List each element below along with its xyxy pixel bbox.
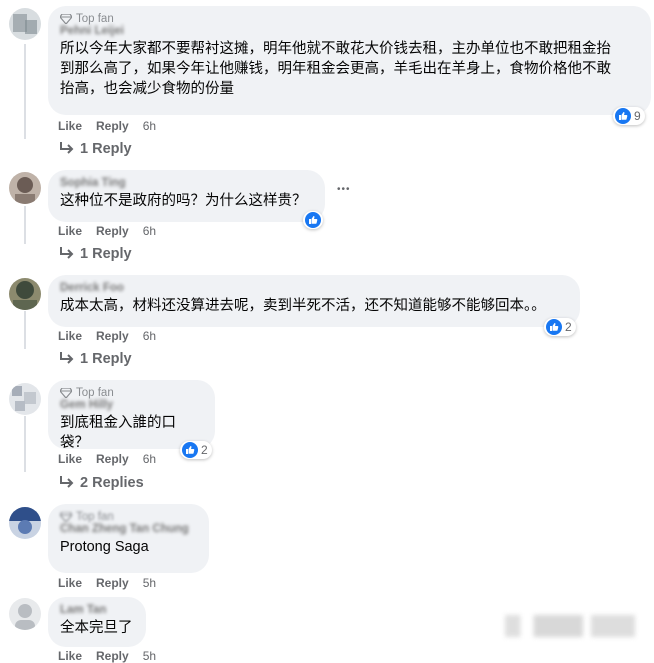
comment-time[interactable]: 6h	[143, 329, 156, 343]
like-button[interactable]: Like	[58, 649, 82, 663]
badge-label: Top fan	[76, 13, 114, 25]
replies-count: 1 Reply	[80, 246, 132, 262]
comment-bubble: Lam Tan 全本完旦了	[48, 597, 146, 647]
diamond-badge-icon	[60, 14, 72, 24]
avatar-image	[9, 8, 41, 40]
reply-button[interactable]: Reply	[96, 119, 129, 133]
replies-count: 1 Reply	[80, 141, 132, 157]
replies-count: 1 Reply	[80, 351, 132, 367]
reaction-number: 2	[201, 443, 208, 457]
top-fan-badge: Top fan	[60, 387, 203, 399]
avatar[interactable]	[9, 8, 41, 40]
comment-text: 这种位不是政府的吗？为什么这样贵？	[60, 193, 307, 209]
reaction-count[interactable]: 9	[613, 107, 645, 125]
reply-button[interactable]: Reply	[96, 329, 129, 343]
watermark	[505, 615, 635, 637]
comment-text: 成本太高，材料还没算进去呢，卖到半死不活，还不知道能够不能够回本。。	[60, 298, 546, 314]
comment-time[interactable]: 5h	[143, 649, 156, 663]
more-options-button[interactable]: •••	[337, 184, 351, 195]
comment-actions: Like Reply 6h	[58, 119, 156, 133]
reaction-count[interactable]: 2	[544, 318, 576, 336]
comment-text: 全本完旦了	[60, 620, 133, 636]
avatar-image	[9, 507, 41, 539]
thread-line	[24, 206, 26, 244]
comment-text: Protong Saga	[60, 539, 149, 555]
comment-bubble: Top fan Pehni Leijei 所以今年大家都不要帮衬这摊，明年他就不…	[48, 6, 651, 115]
comment-actions: Like Reply 6h	[58, 224, 156, 238]
like-reaction-icon	[546, 319, 562, 335]
badge-label: Top fan	[76, 511, 114, 523]
comment-author[interactable]: Pehni Leijei	[60, 25, 639, 37]
like-button[interactable]: Like	[58, 119, 82, 133]
reply-button[interactable]: Reply	[96, 576, 129, 590]
reply-arrow-icon	[60, 247, 74, 259]
avatar[interactable]	[9, 383, 41, 415]
view-replies-link[interactable]: 2 Replies	[58, 475, 144, 491]
like-button[interactable]: Like	[58, 224, 82, 238]
comment-actions: Like Reply 6h	[58, 329, 156, 343]
reply-arrow-icon	[60, 352, 74, 364]
reply-button[interactable]: Reply	[96, 224, 129, 238]
thread-line	[24, 311, 26, 349]
view-replies-link[interactable]: 1 Reply	[58, 246, 132, 262]
avatar[interactable]	[9, 172, 41, 204]
comment-time[interactable]: 6h	[143, 224, 156, 238]
reaction-count[interactable]: 2	[180, 441, 212, 459]
top-fan-badge: Top fan	[60, 13, 639, 25]
avatar-image	[9, 278, 41, 310]
avatar-image	[9, 172, 41, 204]
reaction-number: 2	[565, 320, 572, 334]
comment-actions: Like Reply 5h	[58, 576, 156, 590]
reply-arrow-icon	[60, 476, 74, 488]
comment-text: 所以今年大家都不要帮衬这摊，明年他就不敢花大价钱去租，主办单位也不敢把租金抬 到…	[60, 41, 611, 97]
comment-bubble: Derrick Foo 成本太高，材料还没算进去呢，卖到半死不活，还不知道能够不…	[48, 275, 580, 327]
comment-author[interactable]: Lam Tan	[60, 604, 134, 616]
reaction-count[interactable]	[303, 211, 323, 229]
avatar-image	[9, 598, 41, 630]
avatar[interactable]	[9, 598, 41, 630]
comment-time[interactable]: 5h	[143, 576, 156, 590]
comment-actions: Like Reply 6h	[58, 452, 156, 466]
thread-line	[24, 44, 26, 139]
comment-actions: Like Reply 5h	[58, 649, 156, 663]
badge-label: Top fan	[76, 387, 114, 399]
view-replies-link[interactable]: 1 Reply	[58, 351, 132, 367]
comment-author[interactable]: Gem Hilly	[60, 399, 203, 411]
like-button[interactable]: Like	[58, 452, 82, 466]
avatar[interactable]	[9, 278, 41, 310]
like-reaction-icon	[305, 212, 321, 228]
diamond-badge-icon	[60, 388, 72, 398]
like-button[interactable]: Like	[58, 576, 82, 590]
avatar-image	[9, 383, 41, 415]
comment-bubble: Top fan Chan Zheng Tan Chung Protong Sag…	[48, 504, 209, 573]
thread-line	[24, 416, 26, 472]
like-reaction-icon	[182, 442, 198, 458]
comment-author[interactable]: Sophia Ting	[60, 177, 313, 189]
comment-author[interactable]: Derrick Foo	[60, 282, 568, 294]
reaction-number: 9	[634, 109, 641, 123]
diamond-badge-icon	[60, 512, 72, 522]
reply-button[interactable]: Reply	[96, 649, 129, 663]
reply-arrow-icon	[60, 142, 74, 154]
avatar[interactable]	[9, 507, 41, 539]
comment-time[interactable]: 6h	[143, 119, 156, 133]
like-reaction-icon	[615, 108, 631, 124]
comment-time[interactable]: 6h	[143, 452, 156, 466]
reply-button[interactable]: Reply	[96, 452, 129, 466]
replies-count: 2 Replies	[80, 475, 144, 491]
comment-bubble: Top fan Gem Hilly 到底租金入誰的口袋？	[48, 380, 215, 451]
view-replies-link[interactable]: 1 Reply	[58, 141, 132, 157]
comment-author[interactable]: Chan Zheng Tan Chung	[60, 523, 197, 535]
like-button[interactable]: Like	[58, 329, 82, 343]
top-fan-badge: Top fan	[60, 511, 197, 523]
comment-bubble: Sophia Ting 这种位不是政府的吗？为什么这样贵？	[48, 170, 325, 222]
